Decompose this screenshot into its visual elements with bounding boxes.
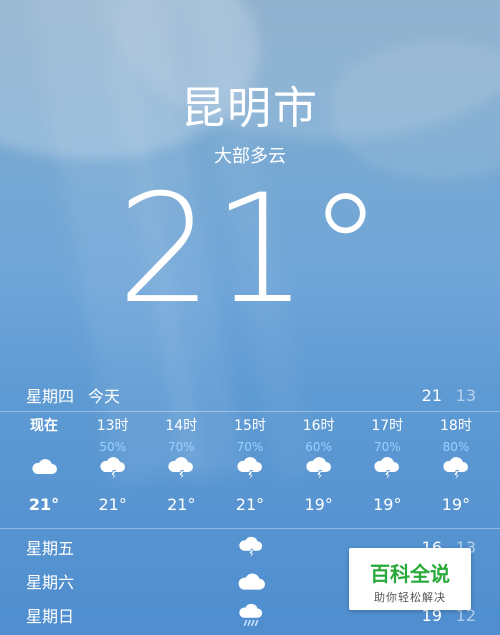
hour-precip: 50% [99, 440, 126, 454]
hour-temp: 19° [304, 495, 333, 514]
thunderstorm-icon [79, 454, 147, 482]
hour-temp: 19° [373, 495, 402, 514]
hour-time: 16时 [302, 418, 335, 434]
city-name: 昆明市 [181, 83, 319, 134]
watermark-subtitle: 助你轻松解决 [374, 591, 446, 604]
hour-precip: 60% [305, 440, 332, 454]
watermark-badge: 百科全说 助你轻松解决 [349, 548, 471, 610]
today-summary: 星期四 今天 21 13 [0, 378, 500, 412]
hour-precip: 80% [442, 440, 470, 454]
hour-item: 18时 80% 19° [422, 415, 490, 525]
hour-time: 15时 [234, 418, 266, 434]
today-day: 星期四 [26, 387, 75, 406]
today-high: 21 [421, 385, 442, 405]
day-name: 星期五 [26, 539, 75, 558]
hour-item: 14时 70% 21° [147, 415, 215, 525]
hour-precip: 70% [373, 440, 401, 454]
hourly-forecast[interactable]: 现在 21° 13时 50% 21° 14时 70% 21° 15时 70% 2… [10, 415, 490, 525]
hour-item: 16时 60% 19° [285, 415, 353, 525]
rain-icon [236, 602, 266, 628]
today-low: 13 [455, 385, 476, 405]
hour-precip: 70% [236, 440, 264, 454]
hour-precip: 70% [167, 440, 195, 454]
thunderstorm-icon [147, 454, 215, 482]
hour-time: 14时 [165, 418, 198, 434]
hour-temp: 21° [167, 495, 196, 514]
hour-item: 15时 70% 21° [216, 415, 284, 525]
location-header: 昆明市 大部多云 [0, 72, 500, 168]
hour-temp: 21° [235, 495, 265, 514]
divider [0, 528, 500, 529]
today-label: 今天 [88, 387, 121, 406]
hour-item: 17时 70% 19° [353, 415, 421, 525]
thunderstorm-icon [422, 454, 490, 482]
hour-item: 13时 50% 21° [79, 415, 147, 525]
hour-time: 13时 [96, 418, 129, 434]
hour-temp: 21° [98, 495, 127, 514]
hour-temp: 19° [441, 495, 471, 514]
cloud-icon [236, 568, 266, 594]
thunderstorm-icon [216, 454, 284, 482]
hour-time: 现在 [30, 418, 58, 434]
day-name: 星期六 [26, 573, 75, 592]
current-temperature-value: 21 [117, 163, 308, 337]
day-name: 星期日 [26, 607, 75, 626]
hour-item: 现在 21° [10, 415, 78, 525]
divider [0, 411, 500, 412]
hour-temp: 21° [28, 495, 60, 514]
thunderstorm-icon [353, 454, 421, 482]
thunderstorm-icon [236, 534, 266, 560]
cloud-icon [10, 454, 78, 482]
hour-time: 18时 [440, 418, 472, 434]
current-temperature: 21° [0, 175, 500, 325]
degree-symbol: ° [307, 163, 383, 337]
thunderstorm-icon [285, 454, 353, 482]
watermark-title: 百科全说 [370, 562, 450, 586]
hour-time: 17时 [371, 418, 404, 434]
